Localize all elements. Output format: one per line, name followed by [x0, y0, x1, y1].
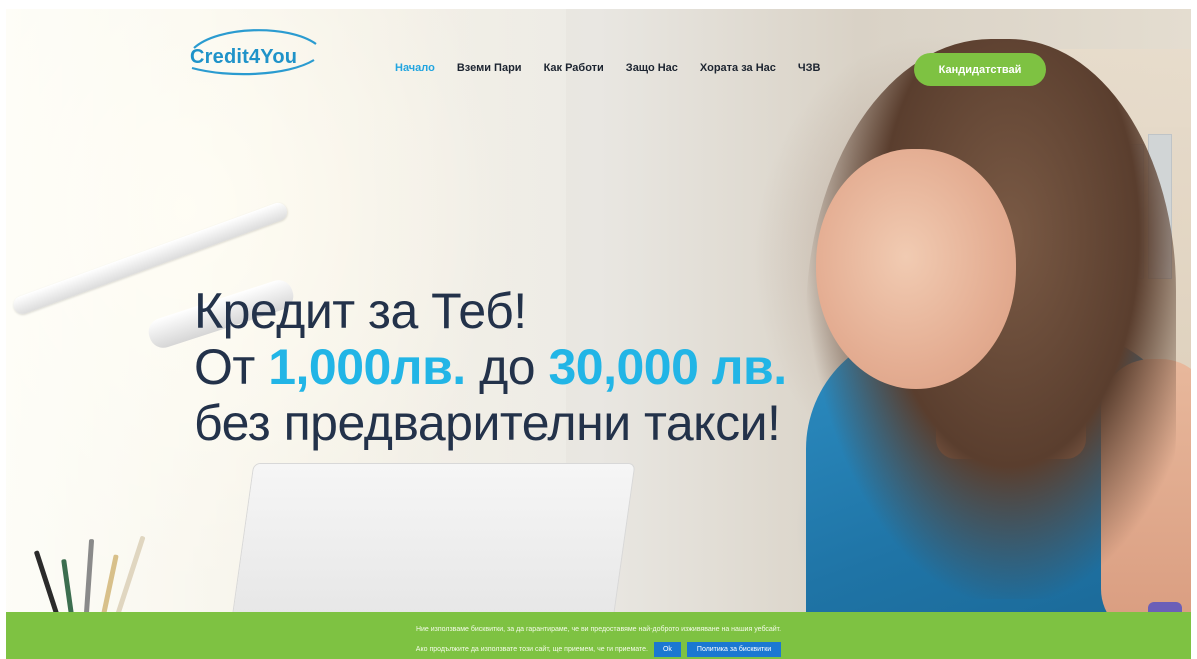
hero-line-2: От 1,000лв. до 30,000 лв. — [194, 339, 787, 395]
hero-line-3: без предварителни такси! — [194, 395, 781, 451]
hero-headline: Кредит за Теб! От 1,000лв. до 30,000 лв.… — [194, 283, 787, 451]
cookie-text-line-2: Ако продължите да използвате този сайт, … — [415, 646, 648, 653]
cookie-ok-button[interactable]: Ok — [653, 642, 681, 657]
logo-text: Credit4You — [190, 46, 298, 68]
nav-item-how-it-works[interactable]: Как Работи — [544, 62, 604, 74]
nav-item-get-money[interactable]: Вземи Пари — [457, 62, 522, 74]
nav-item-faq[interactable]: ЧЗВ — [798, 62, 821, 74]
hero-amount-from: 1,000лв. — [268, 339, 466, 395]
apply-button[interactable]: Кандидатствай — [914, 53, 1046, 86]
nav-item-home[interactable]: Начало — [395, 62, 435, 74]
cookie-text-line-1: Ние използваме бисквитки, за да гарантир… — [415, 626, 782, 633]
nav-item-why-us[interactable]: Защо Нас — [626, 62, 678, 74]
cookie-policy-button[interactable]: Политика за бисквитки — [686, 642, 782, 657]
main-nav: Начало Вземи Пари Как Работи Защо Нас Хо… — [395, 62, 842, 74]
site-logo[interactable]: Credit4You — [188, 24, 320, 78]
nav-item-testimonials[interactable]: Хората за Нас — [700, 62, 776, 74]
woman-face — [816, 149, 1016, 389]
hero-amount-to: 30,000 лв. — [548, 339, 787, 395]
cookie-consent-bar: Ние използваме бисквитки, за да гарантир… — [6, 612, 1191, 659]
cookie-row-2: Ако продължите да използвате този сайт, … — [6, 642, 1191, 657]
hero-line-1: Кредит за Теб! — [194, 283, 527, 339]
